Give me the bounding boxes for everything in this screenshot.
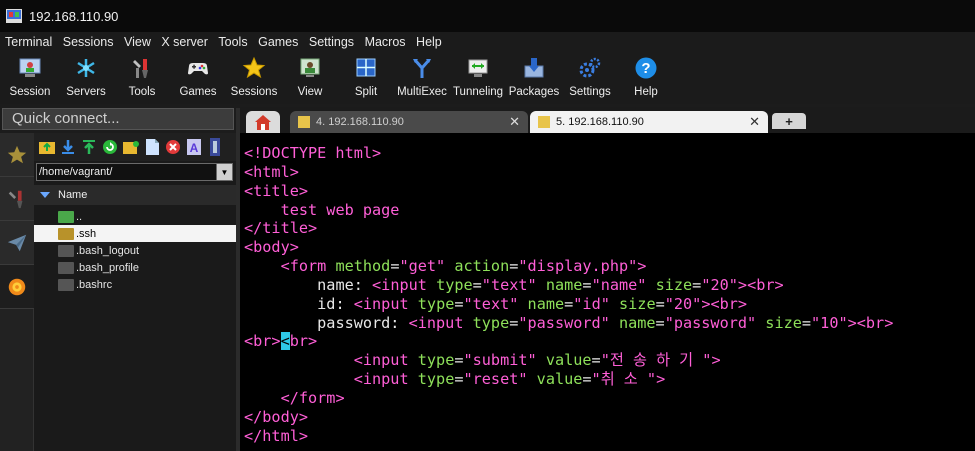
chevron-down-icon[interactable]: ▼: [216, 164, 232, 180]
terminal-cursor: <: [280, 332, 290, 351]
menu-x-server[interactable]: X server: [161, 35, 208, 49]
sort-desc-icon: [40, 192, 50, 198]
menu-bar: Terminal Sessions View X server Tools Ga…: [0, 32, 975, 52]
terminal-view[interactable]: <!DOCTYPE html> <html> <title> test web …: [240, 133, 975, 451]
window-title: 192.168.110.90: [29, 8, 119, 24]
favorites-tab[interactable]: [0, 133, 34, 177]
packages-icon: [524, 58, 544, 78]
session-icon: [19, 58, 41, 77]
home-tab[interactable]: [246, 111, 280, 133]
session-button[interactable]: Session: [2, 52, 58, 104]
file-row-bash-profile[interactable]: .bash_profile: [34, 259, 236, 276]
menu-sessions[interactable]: Sessions: [63, 35, 114, 49]
side-tab-strip: [0, 133, 34, 451]
menu-macros[interactable]: Macros: [365, 35, 406, 49]
more-icon[interactable]: [206, 138, 224, 156]
close-icon[interactable]: ✕: [509, 114, 520, 130]
star-icon: [7, 145, 27, 163]
macro-icon: [8, 278, 26, 295]
sftp-tab[interactable]: [0, 221, 34, 265]
file-icon: [58, 278, 74, 291]
paper-plane-icon: [7, 234, 27, 251]
terminal-output: <!DOCTYPE html> <html> <title> test web …: [244, 144, 894, 445]
new-tab-button[interactable]: +: [772, 113, 806, 129]
file-row-parent[interactable]: ..: [34, 208, 236, 225]
menu-view[interactable]: View: [124, 35, 151, 49]
svg-text:A: A: [190, 141, 199, 155]
quick-connect-input[interactable]: Quick connect...: [2, 108, 234, 130]
ssh-key-icon: [538, 116, 550, 128]
help-button[interactable]: ? Help: [618, 52, 674, 104]
games-icon: [188, 63, 208, 75]
settings-icon: [579, 57, 601, 78]
view-button[interactable]: View: [282, 52, 338, 104]
home-icon: [255, 114, 271, 130]
delete-icon[interactable]: [164, 138, 182, 156]
menu-settings[interactable]: Settings: [309, 35, 354, 49]
rename-icon[interactable]: A: [185, 138, 203, 156]
main-toolbar: Session Servers Tools Games Sessions Vie…: [0, 52, 975, 104]
multiexec-icon: [413, 59, 431, 78]
parent-dir-icon: [58, 210, 74, 223]
settings-button[interactable]: Settings: [562, 52, 618, 104]
sftp-toolbar: A: [34, 133, 236, 161]
servers-icon: [77, 59, 95, 77]
menu-games[interactable]: Games: [258, 35, 298, 49]
close-icon[interactable]: ✕: [749, 114, 760, 130]
refresh-icon[interactable]: [101, 138, 119, 156]
title-bar: 192.168.110.90: [0, 0, 975, 32]
file-icon: [58, 261, 74, 274]
macros-tab[interactable]: [0, 265, 34, 309]
svg-text:?: ?: [641, 60, 650, 77]
split-icon: [356, 58, 376, 77]
help-icon: ?: [635, 57, 657, 79]
session-tab-bar: 4. 192.168.110.90 ✕ 5. 192.168.110.90 ✕ …: [240, 107, 975, 133]
games-button[interactable]: Games: [170, 52, 226, 104]
tab-session-5[interactable]: 5. 192.168.110.90 ✕: [530, 111, 768, 133]
file-row-bashrc[interactable]: .bashrc: [34, 276, 236, 293]
tab-session-4[interactable]: 4. 192.168.110.90 ✕: [290, 111, 528, 133]
app-icon: [6, 9, 22, 23]
parent-folder-icon[interactable]: [38, 138, 56, 156]
servers-button[interactable]: Servers: [58, 52, 114, 104]
new-folder-icon[interactable]: [122, 138, 140, 156]
file-icon: [58, 244, 74, 257]
tunneling-icon: [468, 59, 488, 77]
upload-icon[interactable]: [80, 138, 98, 156]
menu-terminal[interactable]: Terminal: [5, 35, 52, 49]
new-file-icon[interactable]: [143, 138, 161, 156]
sessions-button[interactable]: Sessions: [226, 52, 282, 104]
tools-button[interactable]: Tools: [114, 52, 170, 104]
sftp-panel: A /home/vagrant/ ▼ Name .. .ssh .bash_lo…: [34, 133, 236, 451]
folder-icon: [58, 227, 74, 240]
file-row-bash-logout[interactable]: .bash_logout: [34, 242, 236, 259]
menu-tools[interactable]: Tools: [218, 35, 247, 49]
path-input[interactable]: /home/vagrant/ ▼: [36, 163, 233, 181]
tunneling-button[interactable]: Tunneling: [450, 52, 506, 104]
view-icon: [300, 58, 320, 77]
file-row-ssh[interactable]: .ssh: [34, 225, 236, 242]
name-column-header[interactable]: Name: [34, 185, 236, 205]
ssh-key-icon: [298, 116, 310, 128]
path-text: /home/vagrant/: [39, 166, 113, 178]
tools-icon: [133, 59, 148, 78]
download-icon[interactable]: [59, 138, 77, 156]
menu-help[interactable]: Help: [416, 35, 442, 49]
multiexec-button[interactable]: MultiExec: [394, 52, 450, 104]
column-label: Name: [58, 189, 88, 201]
tools-tab[interactable]: [0, 177, 34, 221]
split-button[interactable]: Split: [338, 52, 394, 104]
tools-icon: [8, 190, 23, 208]
packages-button[interactable]: Packages: [506, 52, 562, 104]
sessions-star-icon: [242, 56, 266, 79]
